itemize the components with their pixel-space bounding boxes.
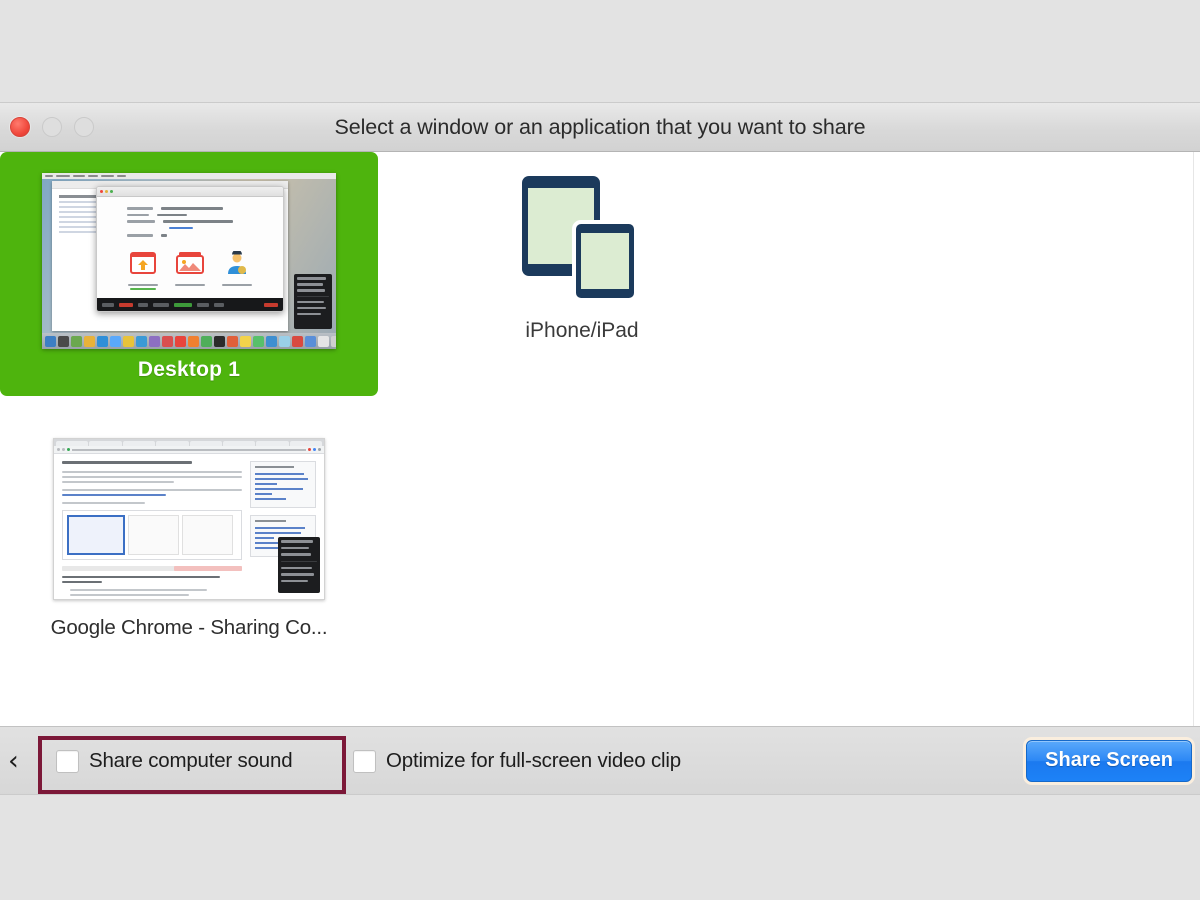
window-titlebar: Select a window or an application that y…	[0, 103, 1200, 152]
share-source-desktop-1[interactable]: Desktop 1	[0, 152, 378, 396]
mini-context-menu	[294, 274, 332, 329]
mini-dock	[42, 333, 336, 349]
share-computer-sound-checkbox[interactable]	[56, 749, 79, 773]
share-source-google-chrome[interactable]: Google Chrome - Sharing Co...	[0, 414, 378, 658]
invite-others-icon	[129, 251, 156, 274]
optimize-video-clip-label: Optimize for full-screen video clip	[386, 749, 681, 772]
desktop-1-thumbnail	[42, 173, 336, 349]
traffic-lights	[10, 117, 94, 137]
maximize-window-button[interactable]	[74, 117, 94, 137]
share-source-label: Desktop 1	[137, 358, 241, 381]
mini-new-share-icon	[222, 249, 253, 286]
mini-figure	[62, 510, 242, 560]
share-screen-icon	[175, 251, 204, 274]
mini-progress-bar	[62, 566, 242, 571]
share-options-bar: ‹ Share computer sound Optimize for full…	[0, 726, 1200, 794]
zoom-share-window: Select a window or an application that y…	[0, 103, 1200, 794]
scroll-divider	[1193, 152, 1194, 726]
window-title: Select a window or an application that y…	[334, 114, 866, 139]
share-computer-sound-label: Share computer sound	[89, 749, 293, 772]
mini-menubar	[42, 173, 336, 179]
mini-context-menu	[278, 537, 320, 593]
share-computer-sound-option[interactable]: Share computer sound	[56, 749, 293, 773]
chevron-left-icon[interactable]: ‹	[8, 748, 19, 775]
mini-chrome-tabs	[54, 439, 324, 446]
share-screen-button[interactable]: Share Screen	[1026, 740, 1192, 782]
mini-chrome-omnibox	[54, 446, 324, 454]
optimize-video-clip-option[interactable]: Optimize for full-screen video clip	[353, 749, 681, 773]
screenshot-root: Select a window or an application that y…	[0, 0, 1200, 900]
mini-invite-icon	[127, 251, 158, 290]
close-window-button[interactable]	[10, 117, 30, 137]
optimize-video-clip-checkbox[interactable]	[353, 749, 376, 773]
participant-icon	[228, 249, 247, 274]
mini-meeting-actions	[97, 241, 283, 290]
mini-share-screen-icon	[174, 251, 205, 286]
share-source-label: Google Chrome - Sharing Co...	[50, 616, 328, 639]
chrome-preview	[54, 439, 324, 599]
minimize-window-button[interactable]	[42, 117, 62, 137]
desktop-preview	[42, 173, 336, 349]
mini-recent-articles-card	[250, 461, 316, 508]
mini-meeting-toolbar	[97, 298, 283, 311]
share-source-list: Desktop 1 iPhone/iPad Google Chrome - Sh…	[0, 152, 1200, 726]
google-chrome-thumbnail	[53, 438, 325, 600]
mini-zoom-meeting-window	[96, 186, 284, 312]
share-source-iphone-ipad[interactable]: iPhone/iPad	[432, 158, 732, 396]
share-source-label: iPhone/iPad	[525, 319, 639, 342]
iphone-ipad-icon	[522, 176, 638, 302]
